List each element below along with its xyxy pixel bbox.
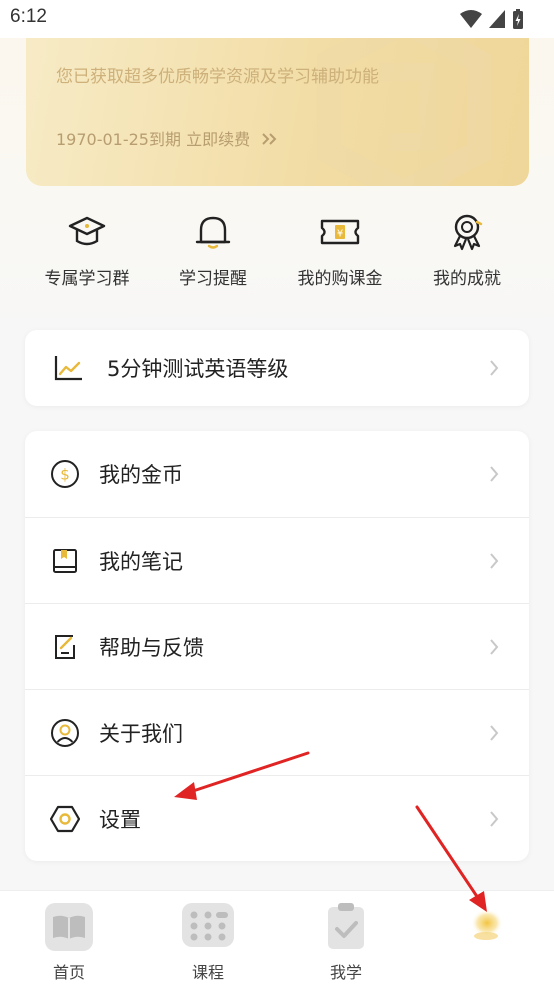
- user-circle-icon: [49, 717, 81, 749]
- vip-description: 您已获取超多优质畅学资源及学习辅助功能: [56, 67, 379, 87]
- double-chevron-right-icon: [262, 133, 277, 145]
- tab-home[interactable]: 首页: [19, 903, 119, 983]
- chevron-right-icon: [490, 724, 499, 741]
- menu-item-coins[interactable]: $ 我的金币: [25, 431, 529, 517]
- vip-card[interactable]: 您已获取超多优质畅学资源及学习辅助功能 1970-01-25到期 立即续费: [26, 38, 529, 186]
- coin-icon: $: [49, 458, 81, 490]
- quick-achievements-label: 我的成就: [433, 269, 501, 289]
- tab-courses[interactable]: 课程: [158, 903, 258, 983]
- tab-my-study[interactable]: 我学: [296, 903, 396, 983]
- tab-courses-label: 课程: [191, 963, 224, 982]
- status-time: 6:12: [10, 6, 47, 27]
- quick-study-reminder[interactable]: 学习提醒: [153, 212, 273, 289]
- trend-chart-icon: [53, 352, 85, 384]
- vip-logo-watermark-icon: [317, 38, 491, 186]
- bottom-tab-bar: 首页 课程 我学: [0, 890, 554, 984]
- bell-icon: [195, 216, 231, 249]
- menu-item-settings-label: 设置: [99, 807, 141, 832]
- battery-icon: [513, 9, 523, 29]
- menu-item-about[interactable]: 关于我们: [25, 689, 529, 775]
- chevron-right-icon: [490, 810, 499, 827]
- clipboard-check-icon: [328, 903, 364, 949]
- notebook-icon: [49, 545, 81, 577]
- menu-item-notes-label: 我的笔记: [99, 549, 183, 574]
- quick-study-group-label: 专属学习群: [44, 269, 130, 289]
- award-medal-icon: [453, 214, 483, 251]
- tab-my-study-label: 我学: [329, 963, 362, 982]
- vip-expire-text: 1970-01-25到期 立即续费: [56, 130, 251, 149]
- book-icon: [45, 903, 93, 951]
- quick-study-reminder-label: 学习提醒: [179, 269, 247, 289]
- menu-item-feedback[interactable]: 帮助与反馈: [25, 603, 529, 689]
- vip-renew-link[interactable]: 1970-01-25到期 立即续费: [56, 126, 279, 150]
- status-bar: 6:12: [0, 0, 554, 38]
- settings-hexagon-icon: [49, 803, 81, 835]
- quick-achievements[interactable]: 我的成就: [407, 212, 527, 289]
- menu-item-coins-label: 我的金币: [99, 463, 183, 487]
- english-level-test-card[interactable]: 5分钟测试英语等级: [25, 330, 529, 406]
- tab-profile[interactable]: [435, 903, 535, 959]
- grid-icon: [182, 903, 234, 947]
- tab-home-label: 首页: [52, 963, 85, 982]
- chevron-right-icon: [490, 360, 499, 376]
- coupon-icon: ¥: [320, 219, 360, 245]
- graduation-cap-icon: [68, 216, 106, 246]
- quick-course-credit[interactable]: ¥ 我的购课金: [280, 212, 400, 289]
- chevron-right-icon: [490, 552, 499, 569]
- menu-item-feedback-label: 帮助与反馈: [99, 635, 204, 660]
- chevron-right-icon: [490, 466, 499, 482]
- quick-study-group[interactable]: 专属学习群: [27, 212, 147, 289]
- signal-icon: [489, 10, 505, 28]
- svg-text:$: $: [60, 466, 70, 484]
- menu-item-about-label: 关于我们: [99, 721, 183, 746]
- chevron-right-icon: [490, 638, 499, 655]
- svg-text:¥: ¥: [337, 229, 343, 240]
- profile-glow-icon: [471, 909, 503, 940]
- english-level-test-label: 5分钟测试英语等级: [107, 357, 289, 381]
- quick-course-credit-label: 我的购课金: [297, 269, 383, 289]
- menu-card: $ 我的金币 我的笔记 帮助与反馈 关于我们 设置: [25, 431, 529, 861]
- menu-item-notes[interactable]: 我的笔记: [25, 517, 529, 603]
- menu-item-settings[interactable]: 设置: [25, 775, 529, 861]
- feedback-icon: [49, 631, 81, 663]
- status-icons: [460, 8, 524, 30]
- english-level-test-row[interactable]: 5分钟测试英语等级: [25, 330, 529, 406]
- quick-actions: 专属学习群 学习提醒 ¥ 我的购课金 我的成就: [0, 212, 554, 302]
- wifi-icon: [460, 10, 482, 28]
